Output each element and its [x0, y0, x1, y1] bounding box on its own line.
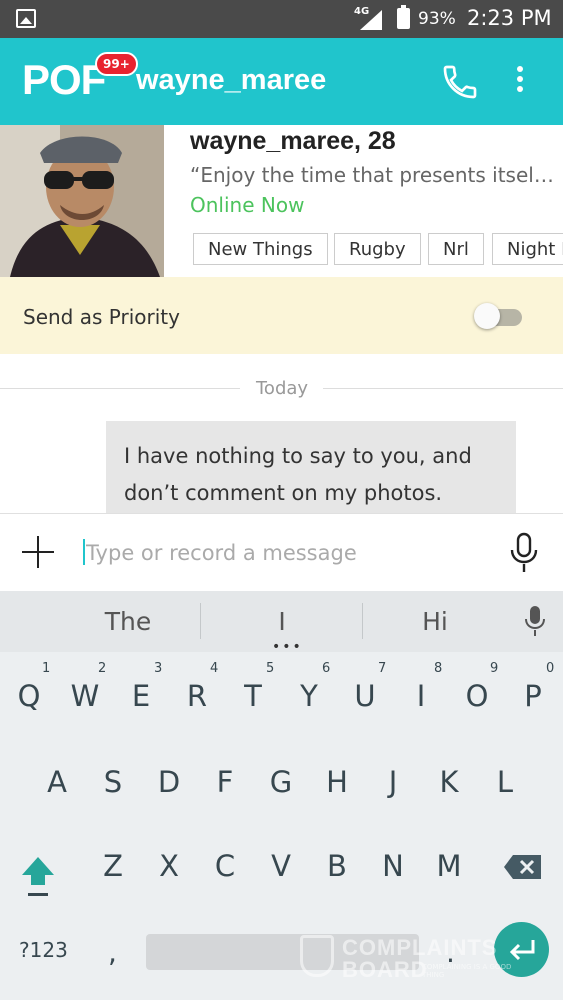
key-h[interactable]: H [317, 765, 357, 799]
key-l[interactable]: L [485, 765, 525, 799]
interest-tag[interactable]: Rugby [334, 233, 421, 265]
shift-icon[interactable] [20, 855, 56, 899]
key-n[interactable]: N [373, 849, 413, 883]
interest-tag[interactable]: Night L [492, 233, 563, 265]
key-w[interactable]: W [65, 679, 105, 713]
toggle-thumb [474, 303, 500, 329]
key-d[interactable]: D [149, 765, 189, 799]
watermark-logo-icon [300, 935, 334, 977]
key-hint: 0 [546, 661, 555, 676]
key-p[interactable]: P [513, 679, 553, 713]
microphone-icon[interactable] [508, 532, 540, 574]
key-j[interactable]: J [373, 765, 413, 799]
signal-icon [360, 10, 382, 30]
suggestion-divider [362, 603, 363, 639]
priority-row: Send as Priority [0, 277, 563, 354]
key-x[interactable]: X [149, 849, 189, 883]
key-z[interactable]: Z [93, 849, 133, 883]
divider-line [0, 388, 240, 389]
profile-header[interactable]: wayne_maree, 28 “Enjoy the time that pre… [0, 125, 563, 277]
suggestion[interactable]: The [96, 607, 160, 636]
profile-photo[interactable] [0, 125, 164, 277]
status-bar: 4G 93% 2:23 PM [0, 0, 563, 38]
clock: 2:23 PM [467, 6, 552, 30]
more-suggestions-icon: ••• [272, 639, 303, 655]
comma-key[interactable]: , [108, 936, 117, 969]
online-status: Online Now [190, 193, 305, 217]
watermark-line2: BOARD [342, 957, 428, 982]
key-hint: 8 [434, 661, 443, 676]
gallery-notification-icon [16, 9, 36, 28]
key-hint: 9 [490, 661, 499, 676]
priority-label: Send as Priority [23, 305, 180, 329]
suggestion[interactable]: Hi [410, 607, 460, 636]
add-attachment-icon[interactable] [22, 536, 54, 568]
battery-icon [397, 5, 410, 29]
app-bar: POF 99+ wayne_maree [0, 38, 563, 125]
key-o[interactable]: O [457, 679, 497, 713]
phone-icon[interactable] [440, 62, 480, 102]
key-c[interactable]: C [205, 849, 245, 883]
key-t[interactable]: T [233, 679, 273, 713]
message-composer [0, 513, 563, 591]
notification-badge: 99+ [95, 52, 138, 76]
key-q[interactable]: Q [9, 679, 49, 713]
date-divider: Today [256, 378, 309, 399]
key-hint: 1 [42, 661, 51, 676]
key-s[interactable]: S [93, 765, 133, 799]
suggestion-bar: The I ••• Hi [0, 591, 563, 655]
voice-input-icon[interactable] [524, 605, 546, 637]
battery-percent: 93% [418, 9, 456, 29]
key-r[interactable]: R [177, 679, 217, 713]
key-v[interactable]: V [261, 849, 301, 883]
key-hint: 2 [98, 661, 107, 676]
key-g[interactable]: G [261, 765, 301, 799]
key-hint: 5 [266, 661, 275, 676]
suggestion-divider [200, 603, 201, 639]
watermark-tagline: COMPLAINING IS A GOOD THING [422, 963, 512, 979]
interest-tag[interactable]: New Things [193, 233, 328, 265]
key-m[interactable]: M [429, 849, 469, 883]
key-hint: 4 [210, 661, 219, 676]
key-b[interactable]: B [317, 849, 357, 883]
suggestion[interactable]: I [262, 607, 302, 636]
key-i[interactable]: I [401, 679, 441, 713]
message-input[interactable] [86, 536, 486, 570]
key-f[interactable]: F [205, 765, 245, 799]
key-y[interactable]: Y [289, 679, 329, 713]
key-u[interactable]: U [345, 679, 385, 713]
profile-photo-image [0, 125, 164, 277]
symbols-key[interactable]: ?123 [19, 938, 68, 962]
profile-name-age: wayne_maree, 28 [190, 127, 396, 155]
profile-headline: “Enjoy the time that presents itsel… [190, 163, 554, 187]
more-vert-icon[interactable] [515, 66, 525, 98]
key-k[interactable]: K [429, 765, 469, 799]
text-cursor [83, 539, 85, 565]
watermark: COMPLAINTS BOARD COMPLAINING IS A GOOD T… [300, 935, 530, 985]
key-hint: 6 [322, 661, 331, 676]
message-bubble[interactable]: I have nothing to say to you, and don’t … [106, 421, 516, 513]
key-hint: 3 [154, 661, 163, 676]
interest-tag[interactable]: Nrl [428, 233, 484, 265]
conversation-title[interactable]: wayne_maree [136, 64, 326, 97]
priority-toggle[interactable] [474, 303, 522, 329]
key-a[interactable]: A [37, 765, 77, 799]
pof-logo[interactable]: POF [22, 56, 106, 104]
key-hint: 7 [378, 661, 387, 676]
backspace-icon[interactable] [503, 853, 543, 881]
key-e[interactable]: E [121, 679, 161, 713]
divider-line [323, 388, 563, 389]
